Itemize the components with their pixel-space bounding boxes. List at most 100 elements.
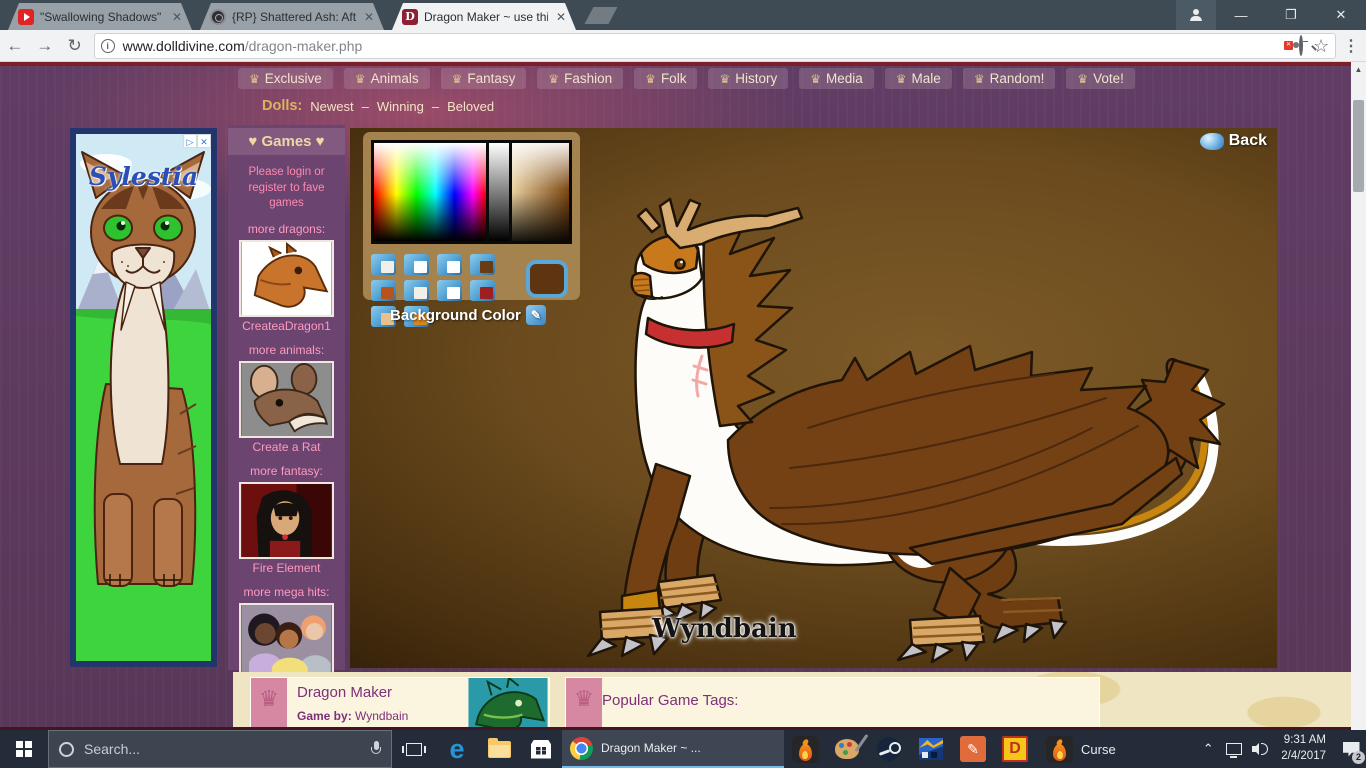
swatch-chip[interactable] — [371, 254, 396, 275]
maker-canvas[interactable]: Background Color ✎ Back Wyndbain — [350, 128, 1277, 668]
nav-item-vote[interactable]: ♛Vote! — [1066, 68, 1135, 89]
close-button[interactable]: ✕ — [1316, 0, 1366, 30]
cortana-search-box[interactable] — [48, 730, 392, 768]
thumb-fly-squad[interactable] — [239, 603, 334, 680]
thumb-label[interactable]: Fire Element — [228, 561, 345, 575]
sylestia-ad[interactable]: Sylestia ▷ ✕ — [70, 128, 217, 667]
chrome-taskbar-button[interactable]: Dragon Maker ~ ... — [562, 730, 784, 768]
edit-color-icon[interactable]: ✎ — [526, 305, 546, 325]
swatch-chip[interactable] — [404, 280, 429, 301]
ad-close-icon[interactable]: ✕ — [197, 134, 211, 148]
pencil-app-taskbar-button[interactable]: ✎ — [952, 730, 994, 768]
game-by-label: Game by: — [297, 709, 352, 723]
d-app-taskbar-button[interactable]: D — [994, 730, 1036, 768]
nav-item-exclusive[interactable]: ♛Exclusive — [238, 68, 333, 89]
swatch-chip[interactable] — [437, 254, 462, 275]
curse-window-button[interactable]: Curse — [1036, 730, 1164, 768]
menu-dots-icon[interactable]: ⋮ — [1336, 36, 1366, 56]
nav-item-random[interactable]: ♛Random! — [963, 68, 1056, 89]
nav-label: Folk — [661, 71, 687, 86]
store-bag-icon — [531, 740, 551, 759]
adchoices-icon[interactable]: ▷ — [183, 134, 197, 148]
scroll-up-arrow[interactable]: ▲ — [1351, 62, 1366, 78]
forward-icon[interactable]: → — [30, 36, 60, 56]
nav-item-male[interactable]: ♛Male — [885, 68, 952, 89]
tray-chevron-icon[interactable]: ⌃ — [1195, 730, 1221, 768]
steam-icon — [877, 737, 901, 761]
nav-item-history[interactable]: ♛History — [708, 68, 788, 89]
thumb-fire-element[interactable] — [239, 482, 334, 559]
search-input[interactable] — [84, 741, 361, 757]
network-icon[interactable] — [1221, 730, 1247, 768]
thumb-create-a-rat[interactable] — [239, 361, 334, 438]
youtube-favicon — [18, 9, 34, 25]
curse-app-taskbar-button[interactable] — [784, 730, 826, 768]
profile-button[interactable] — [1176, 0, 1216, 30]
back-button[interactable]: Back — [1200, 132, 1267, 150]
back-icon[interactable]: ← — [0, 36, 30, 56]
tab-close-icon[interactable]: ✕ — [362, 10, 376, 24]
thumb-label[interactable]: Create a Rat — [228, 440, 345, 454]
action-center-button[interactable]: 2 — [1336, 730, 1366, 768]
page-scrollbar[interactable]: ▲ — [1351, 62, 1366, 730]
tab-dragon-maker[interactable]: D Dragon Maker ~ use this ✕ — [392, 3, 576, 30]
reload-icon[interactable]: ↻ — [60, 36, 90, 56]
nav-item-fantasy[interactable]: ♛Fantasy — [441, 68, 527, 89]
crown-icon: ♛ — [355, 73, 366, 85]
color-gradient-box[interactable] — [371, 140, 572, 244]
microphone-icon[interactable] — [371, 741, 381, 757]
minimize-button[interactable]: — — [1216, 0, 1266, 30]
dolls-link-winning[interactable]: Winning — [377, 99, 424, 114]
footer-strip: ♛ Dragon Maker Game by: Wyndbain ♛ — [233, 672, 1351, 730]
tab-swallowing-shadows[interactable]: "Swallowing Shadows" H ✕ — [8, 3, 192, 30]
swatch-chip[interactable] — [470, 280, 495, 301]
restore-button[interactable]: ❐ — [1266, 0, 1316, 30]
dolls-link-beloved[interactable]: Beloved — [447, 99, 494, 114]
swatch-chip[interactable] — [371, 280, 396, 301]
scrollbar-thumb[interactable] — [1353, 100, 1364, 192]
nav-item-fashion[interactable]: ♛Fashion — [537, 68, 623, 89]
bookmark-star-icon[interactable]: ☆ — [1313, 37, 1329, 55]
current-color-swatch[interactable] — [526, 260, 568, 298]
thumb-createadragon1[interactable] — [239, 240, 334, 317]
nav-item-animals[interactable]: ♛Animals — [344, 68, 430, 89]
nav-label: Fantasy — [467, 71, 515, 86]
steam-taskbar-button[interactable] — [868, 730, 910, 768]
swatch-chip[interactable] — [404, 254, 429, 275]
nav-item-folk[interactable]: ♛Folk — [634, 68, 697, 89]
game-by-value[interactable]: Wyndbain — [355, 709, 408, 723]
footer-game-title[interactable]: Dragon Maker — [297, 684, 457, 701]
nav-label: Fashion — [564, 71, 612, 86]
address-bar[interactable]: i www.dolldivine.com/dragon-maker.php ☆ — [94, 33, 1337, 59]
page-info-icon[interactable]: i — [101, 39, 115, 53]
swatch-chip[interactable] — [470, 254, 495, 275]
file-explorer-taskbar-button[interactable] — [478, 730, 520, 768]
volume-icon[interactable] — [1247, 730, 1273, 768]
tab-shattered-ash[interactable]: {RP} Shattered Ash: After ✕ — [200, 3, 384, 30]
footer-game-thumb[interactable] — [467, 678, 549, 730]
browser-toolbar: ← → ↻ i www.dolldivine.com/dragon-maker.… — [0, 30, 1366, 62]
dolldivine-favicon: D — [402, 9, 418, 25]
dragon-maker-panel[interactable]: ♛ Dragon Maker Game by: Wyndbain — [250, 677, 550, 730]
thumb-label[interactable]: CreateaDragon1 — [228, 319, 345, 333]
swatch-chip[interactable] — [437, 280, 462, 301]
new-tab-button[interactable] — [584, 7, 617, 24]
tab-close-icon[interactable]: ✕ — [170, 10, 184, 24]
task-view-button[interactable] — [392, 730, 436, 768]
taskbar: e Dragon Maker ~ ... ✎ D Curse ⌃ 9:31 AM… — [0, 730, 1366, 768]
section-more-fantasy: more fantasy: — [228, 464, 345, 478]
store-taskbar-button[interactable] — [520, 730, 562, 768]
green-dragon-thumb-art — [467, 678, 549, 730]
shade-gradient[interactable] — [512, 143, 569, 241]
zoom-out-icon[interactable] — [1299, 37, 1303, 55]
paint-taskbar-button[interactable] — [826, 730, 868, 768]
start-button[interactable] — [0, 730, 48, 768]
hue-gradient[interactable] — [374, 143, 486, 241]
edge-taskbar-button[interactable]: e — [436, 730, 478, 768]
gray-gradient[interactable] — [489, 143, 509, 241]
taskbar-clock[interactable]: 9:31 AM 2/4/2017 — [1273, 733, 1336, 764]
nav-item-media[interactable]: ♛Media — [799, 68, 874, 89]
dolls-link-newest[interactable]: Newest — [310, 99, 353, 114]
chart-app-taskbar-button[interactable] — [910, 730, 952, 768]
tab-close-icon[interactable]: ✕ — [554, 10, 568, 24]
